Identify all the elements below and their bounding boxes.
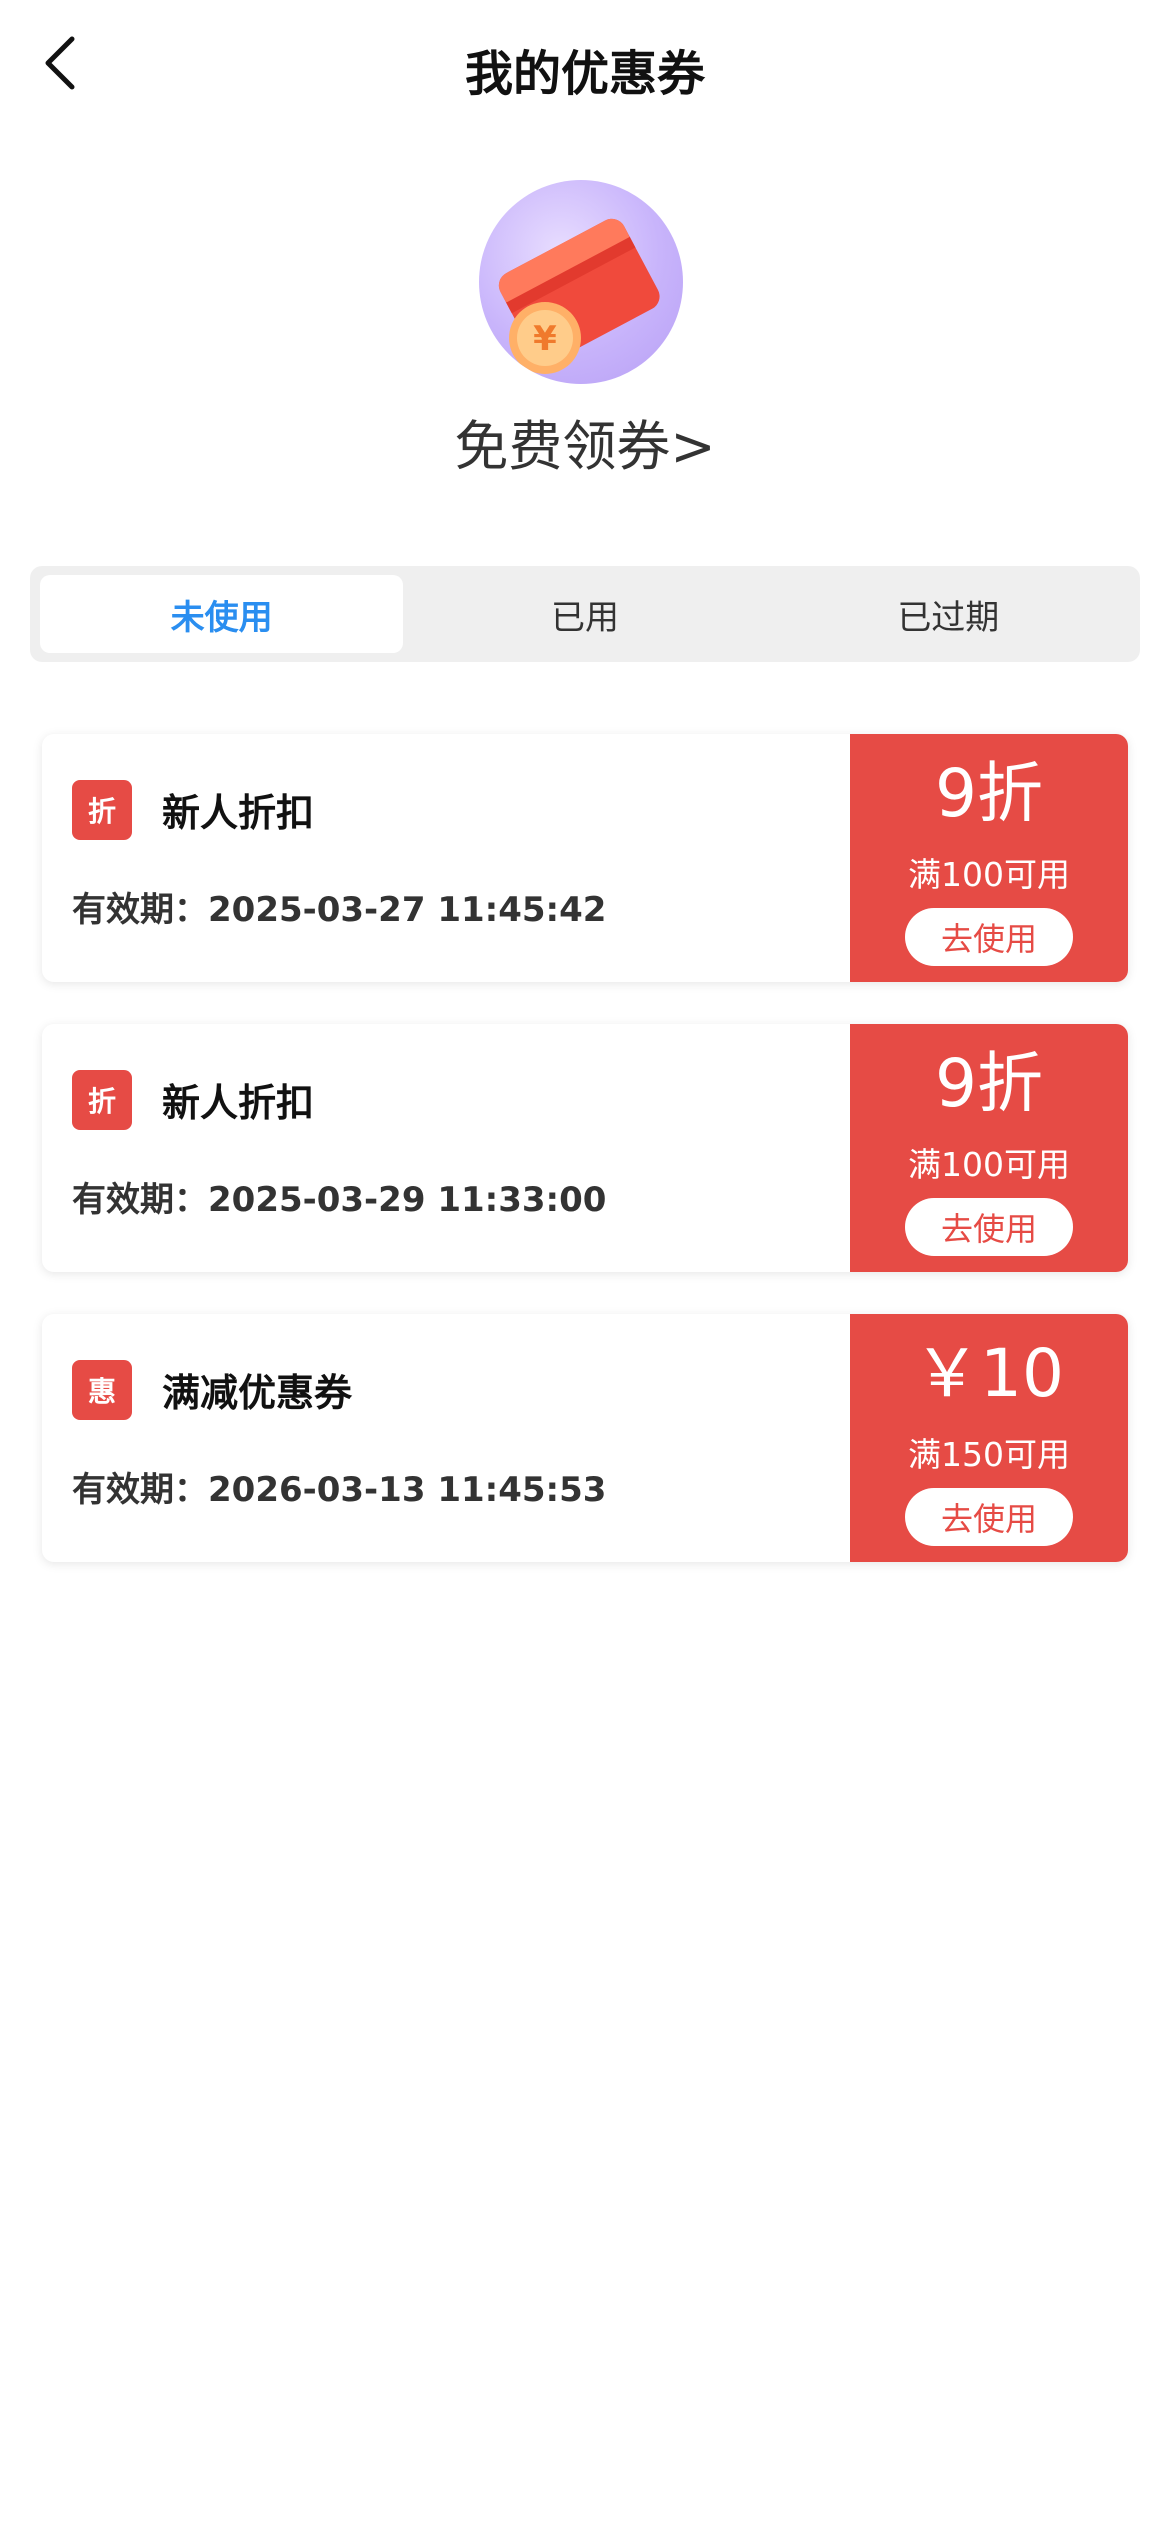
use-coupon-button[interactable]: 去使用 [905, 1198, 1073, 1256]
coupon-name: 新人折扣 [162, 1081, 315, 1125]
tab-unused[interactable]: 未使用 [40, 575, 404, 653]
coupon-value: ￥10 [914, 1335, 1064, 1412]
coupon-value-panel: 9折 满100可用 去使用 [850, 1024, 1128, 1272]
free-coupon-label[interactable]: 免费领券> [0, 402, 1170, 481]
page-title: 我的优惠券 [464, 46, 705, 102]
coupon-card: 折 新人折扣 有效期：2025-03-29 11:33:00 9折 满100可用… [42, 1024, 1128, 1272]
coupon-validity: 有效期：2026-03-13 11:45:53 [72, 1470, 607, 1510]
coupon-value-panel: 9折 满100可用 去使用 [850, 734, 1128, 982]
use-coupon-button[interactable]: 去使用 [905, 908, 1073, 966]
coupon-validity: 有效期：2025-03-29 11:33:00 [72, 1180, 607, 1220]
discount-badge: 折 [72, 780, 132, 840]
coupon-info: 惠 满减优惠券 有效期：2026-03-13 11:45:53 [42, 1314, 850, 1562]
tab-expired[interactable]: 已过期 [767, 575, 1130, 653]
tab-used[interactable]: 已用 [403, 575, 766, 653]
coupon-condition: 满100可用 [908, 855, 1070, 894]
coupon-condition: 满150可用 [908, 1435, 1070, 1474]
free-coupon-entry[interactable]: ¥ 免费领券> [0, 180, 1170, 480]
coupon-value: 9折 [935, 1045, 1043, 1122]
coupon-card: 折 新人折扣 有效期：2025-03-27 11:45:42 9折 满100可用… [42, 734, 1128, 982]
red-envelope-coin-icon[interactable]: ¥ [479, 180, 683, 384]
coupon-status-tabs: 未使用 已用 已过期 [30, 566, 1140, 662]
discount-badge: 折 [72, 1070, 132, 1130]
coupon-name: 新人折扣 [162, 791, 315, 835]
benefit-badge: 惠 [72, 1360, 132, 1420]
coupon-condition: 满100可用 [908, 1145, 1070, 1184]
svg-text:¥: ¥ [533, 319, 557, 359]
header: 我的优惠券 [0, 0, 1170, 130]
coupon-validity: 有效期：2025-03-27 11:45:42 [72, 890, 607, 930]
use-coupon-button[interactable]: 去使用 [905, 1488, 1073, 1546]
coupon-info: 折 新人折扣 有效期：2025-03-27 11:45:42 [42, 734, 850, 982]
coupon-name: 满减优惠券 [162, 1371, 353, 1415]
coupons-page: 我的优惠券 ¥ 免费领券> 未使用 已用 已过期 折 新人折扣 有效期：2025… [0, 0, 1170, 2532]
coupon-info: 折 新人折扣 有效期：2025-03-29 11:33:00 [42, 1024, 850, 1272]
coupon-value: 9折 [935, 755, 1043, 832]
coupon-value-panel: ￥10 满150可用 去使用 [850, 1314, 1128, 1562]
coupon-card: 惠 满减优惠券 有效期：2026-03-13 11:45:53 ￥10 满150… [42, 1314, 1128, 1562]
